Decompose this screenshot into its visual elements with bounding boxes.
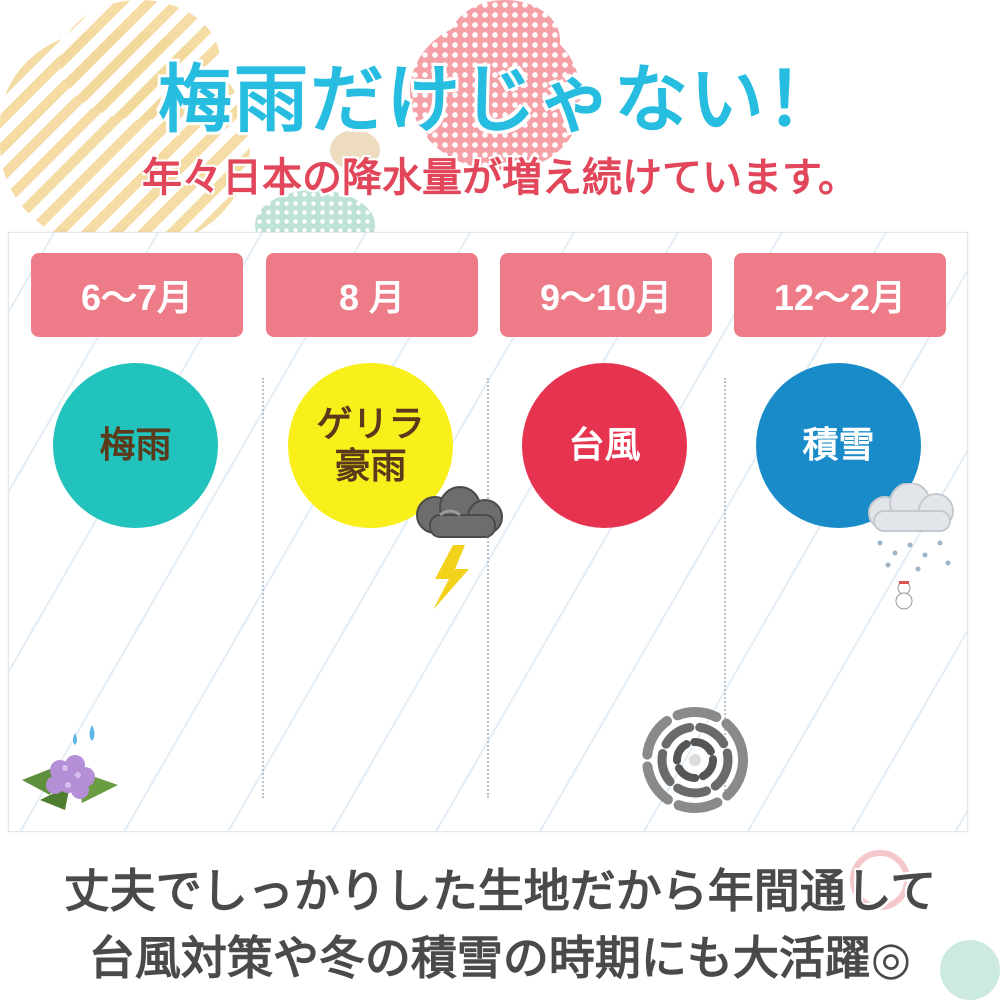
season-label: 梅雨 bbox=[99, 424, 172, 466]
snow-cloud-icon bbox=[868, 483, 954, 572]
season-label: ゲリラ bbox=[316, 404, 425, 446]
typhoon-icon bbox=[642, 707, 748, 813]
lightning-icon bbox=[433, 545, 469, 610]
column-divider bbox=[262, 378, 264, 798]
column-divider bbox=[487, 378, 489, 798]
month-tab: 8 月 bbox=[266, 253, 478, 337]
month-tab: 6～7月 bbox=[31, 253, 243, 337]
footer-line-1: 丈夫でしっかりした生地だから年間通して bbox=[63, 864, 937, 918]
month-tab: 9～10月 bbox=[500, 253, 712, 337]
month-tab: 12～2月 bbox=[734, 253, 946, 337]
season-label: 積雪 bbox=[802, 424, 875, 466]
thundercloud-icon bbox=[416, 486, 503, 538]
season-label: 豪雨 bbox=[334, 445, 407, 487]
hydrangea-icon bbox=[22, 725, 118, 810]
footer-line-2: 台風対策や冬の積雪の時期にも大活躍◎ bbox=[88, 931, 912, 985]
page-subtitle: 年々日本の降水量が増え続けています。 bbox=[142, 155, 858, 201]
page-title: 梅雨だけじゃない！ bbox=[158, 57, 842, 143]
season-label: 台風 bbox=[568, 424, 641, 466]
season-badge-rainy: 梅雨 bbox=[53, 363, 218, 528]
snowman-icon bbox=[895, 581, 913, 610]
season-badge-typhoon: 台風 bbox=[522, 363, 687, 528]
